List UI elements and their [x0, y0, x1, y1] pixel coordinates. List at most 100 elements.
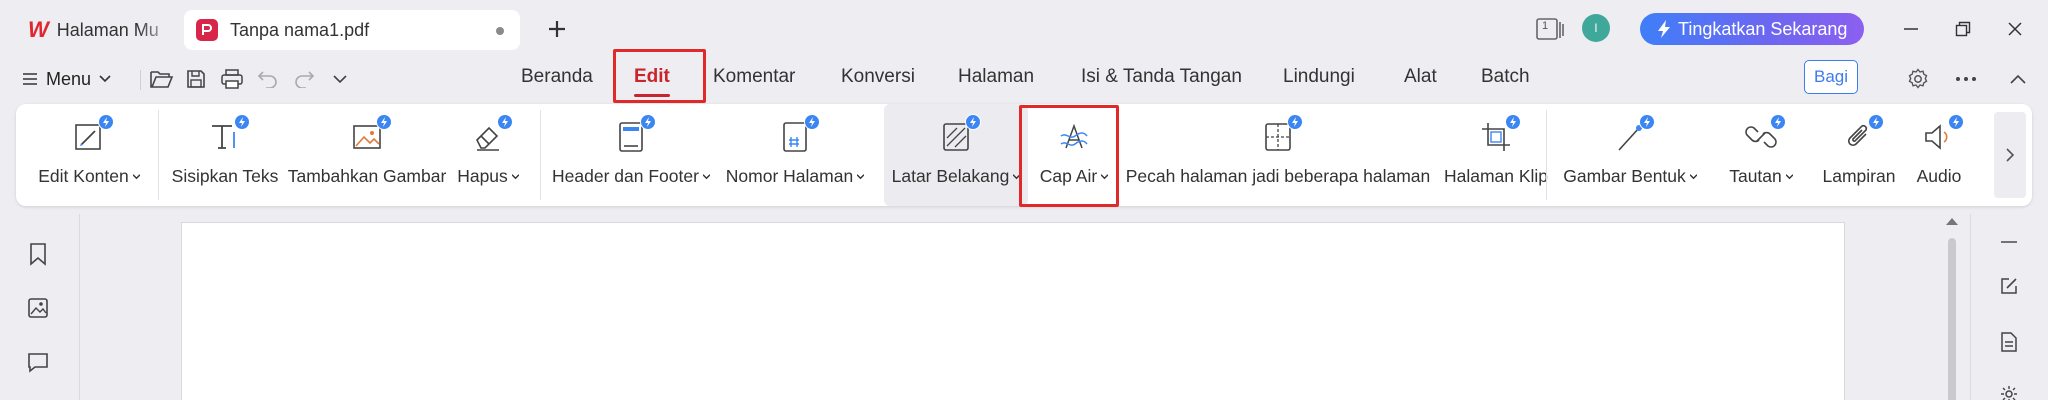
right-tool-button[interactable] — [1993, 378, 2025, 400]
close-icon — [2008, 22, 2022, 36]
premium-badge-icon — [98, 114, 114, 130]
premium-badge-icon — [234, 114, 250, 130]
premium-badge-icon — [1770, 114, 1786, 130]
document-list-icon — [2001, 332, 2017, 352]
share-button[interactable]: Bagi — [1804, 60, 1858, 94]
erase-tool[interactable]: Hapus — [452, 104, 524, 206]
more-horizontal-icon — [1956, 77, 1976, 81]
quick-access-more-button[interactable] — [324, 62, 356, 96]
hamburger-icon — [23, 73, 37, 85]
scrollbar-thumb[interactable] — [1948, 238, 1956, 400]
attachment-tool[interactable]: Lampiran — [1814, 104, 1904, 206]
draw-shape-label: Gambar Bentuk — [1563, 166, 1686, 186]
caret-down-icon — [511, 174, 519, 180]
redo-icon — [295, 71, 315, 88]
page-count-text: 1 — [1542, 20, 1549, 32]
tab-document[interactable]: Tanpa nama1.pdf — [184, 10, 520, 50]
insert-text-tool[interactable]: Sisipkan Teks — [170, 104, 280, 206]
page-count-button[interactable]: 1 — [1534, 12, 1566, 46]
premium-badge-icon — [965, 114, 981, 130]
tab-batch[interactable]: Batch — [1481, 66, 1530, 88]
chevron-down-icon — [99, 75, 111, 83]
new-tab-button[interactable] — [540, 12, 574, 46]
audio-tool[interactable]: Audio — [1906, 104, 1972, 206]
edit-content-label: Edit Konten — [38, 166, 129, 186]
printer-icon — [221, 69, 243, 89]
document-canvas[interactable] — [81, 214, 1970, 400]
scroll-up-icon[interactable] — [1946, 218, 1958, 225]
premium-badge-icon — [1948, 114, 1964, 130]
link-tool[interactable]: Tautan — [1716, 104, 1806, 206]
close-button[interactable] — [1998, 12, 2032, 46]
undo-button[interactable] — [252, 62, 284, 96]
save-button[interactable] — [180, 62, 212, 96]
menu-button[interactable]: Menu — [22, 62, 111, 96]
attachment-label: Lampiran — [1822, 166, 1896, 186]
header-footer-icon — [614, 114, 656, 154]
right-collapse-button[interactable] — [1993, 226, 2025, 258]
premium-badge-icon — [640, 114, 656, 130]
tab-konversi[interactable]: Konversi — [841, 66, 915, 88]
bookmark-icon — [30, 243, 46, 266]
tab-isi-tanda-tangan[interactable]: Isi & Tanda Tangan — [1081, 66, 1242, 88]
link-label: Tautan — [1729, 166, 1782, 186]
crop-page-tool[interactable]: Halaman Klip — [1426, 104, 1566, 206]
pdf-page[interactable] — [181, 222, 1845, 400]
print-button[interactable] — [216, 62, 248, 96]
gear-icon — [2001, 386, 2017, 400]
edit-properties-button[interactable] — [1993, 270, 2025, 302]
background-icon — [939, 114, 981, 154]
split-page-tool[interactable]: Pecah halaman jadi beberapa halaman — [1122, 104, 1434, 206]
crop-page-label: Halaman Klip — [1443, 166, 1549, 186]
lightning-icon — [1658, 20, 1670, 38]
ribbon-scroll-right-button[interactable] — [1994, 112, 2026, 198]
premium-badge-icon — [1868, 114, 1884, 130]
tab-beranda[interactable]: Beranda — [521, 66, 593, 88]
chevron-right-icon — [2006, 148, 2015, 162]
audio-label: Audio — [1916, 166, 1962, 186]
settings-button[interactable] — [1902, 62, 1934, 96]
upgrade-button[interactable]: Tingkatkan Sekarang — [1640, 13, 1864, 45]
caret-down-icon — [702, 174, 710, 180]
add-image-icon — [350, 114, 392, 154]
open-file-button[interactable] — [146, 62, 178, 96]
tab-home[interactable]: W Halaman Mu — [14, 10, 178, 50]
tab-halaman[interactable]: Halaman — [958, 66, 1034, 88]
tab-alat[interactable]: Alat — [1404, 66, 1437, 88]
header-footer-tool[interactable]: Header dan Footer — [552, 104, 710, 206]
redo-button[interactable] — [288, 62, 320, 96]
page-number-icon — [778, 114, 820, 154]
unsaved-dot-icon[interactable] — [496, 27, 504, 35]
premium-badge-icon — [1287, 114, 1303, 130]
split-page-label: Pecah halaman jadi beberapa halaman — [1125, 166, 1431, 186]
caret-down-icon — [132, 174, 140, 180]
collapse-ribbon-button[interactable] — [2002, 62, 2034, 96]
avatar[interactable]: l — [1582, 14, 1610, 42]
draw-shape-tool[interactable]: Gambar Bentuk — [1560, 104, 1700, 206]
more-options-button[interactable] — [1950, 62, 1982, 96]
thumbnail-panel-button[interactable] — [22, 292, 54, 324]
menu-row: Menu Beranda Edit Komentar Konversi Hala… — [0, 58, 2048, 100]
page-number-tool[interactable]: Nomor Halaman — [724, 104, 866, 206]
bookmark-panel-button[interactable] — [22, 238, 54, 270]
comment-panel-button[interactable] — [22, 346, 54, 378]
page-count-icon — [1536, 18, 1564, 40]
background-tool[interactable]: Latar Belakang — [884, 104, 1028, 206]
document-info-button[interactable] — [1993, 326, 2025, 358]
page-number-label: Nomor Halaman — [725, 166, 854, 186]
left-sidebar — [0, 214, 80, 400]
vertical-scrollbar[interactable] — [1945, 214, 1959, 400]
caret-down-icon — [1689, 174, 1697, 180]
tab-komentar[interactable]: Komentar — [713, 66, 795, 88]
insert-text-label: Sisipkan Teks — [171, 166, 279, 186]
premium-badge-icon — [1639, 114, 1655, 130]
minimize-icon — [1904, 28, 1918, 30]
edit-content-tool[interactable]: Edit Konten — [30, 104, 148, 206]
tab-lindungi[interactable]: Lindungi — [1283, 66, 1355, 88]
add-image-tool[interactable]: Tambahkan Gambar — [286, 104, 448, 206]
add-image-label: Tambahkan Gambar — [287, 166, 447, 186]
minimize-button[interactable] — [1894, 12, 1928, 46]
edit-tab-highlight — [613, 49, 706, 103]
dash-icon — [2001, 241, 2017, 243]
restore-button[interactable] — [1946, 12, 1980, 46]
